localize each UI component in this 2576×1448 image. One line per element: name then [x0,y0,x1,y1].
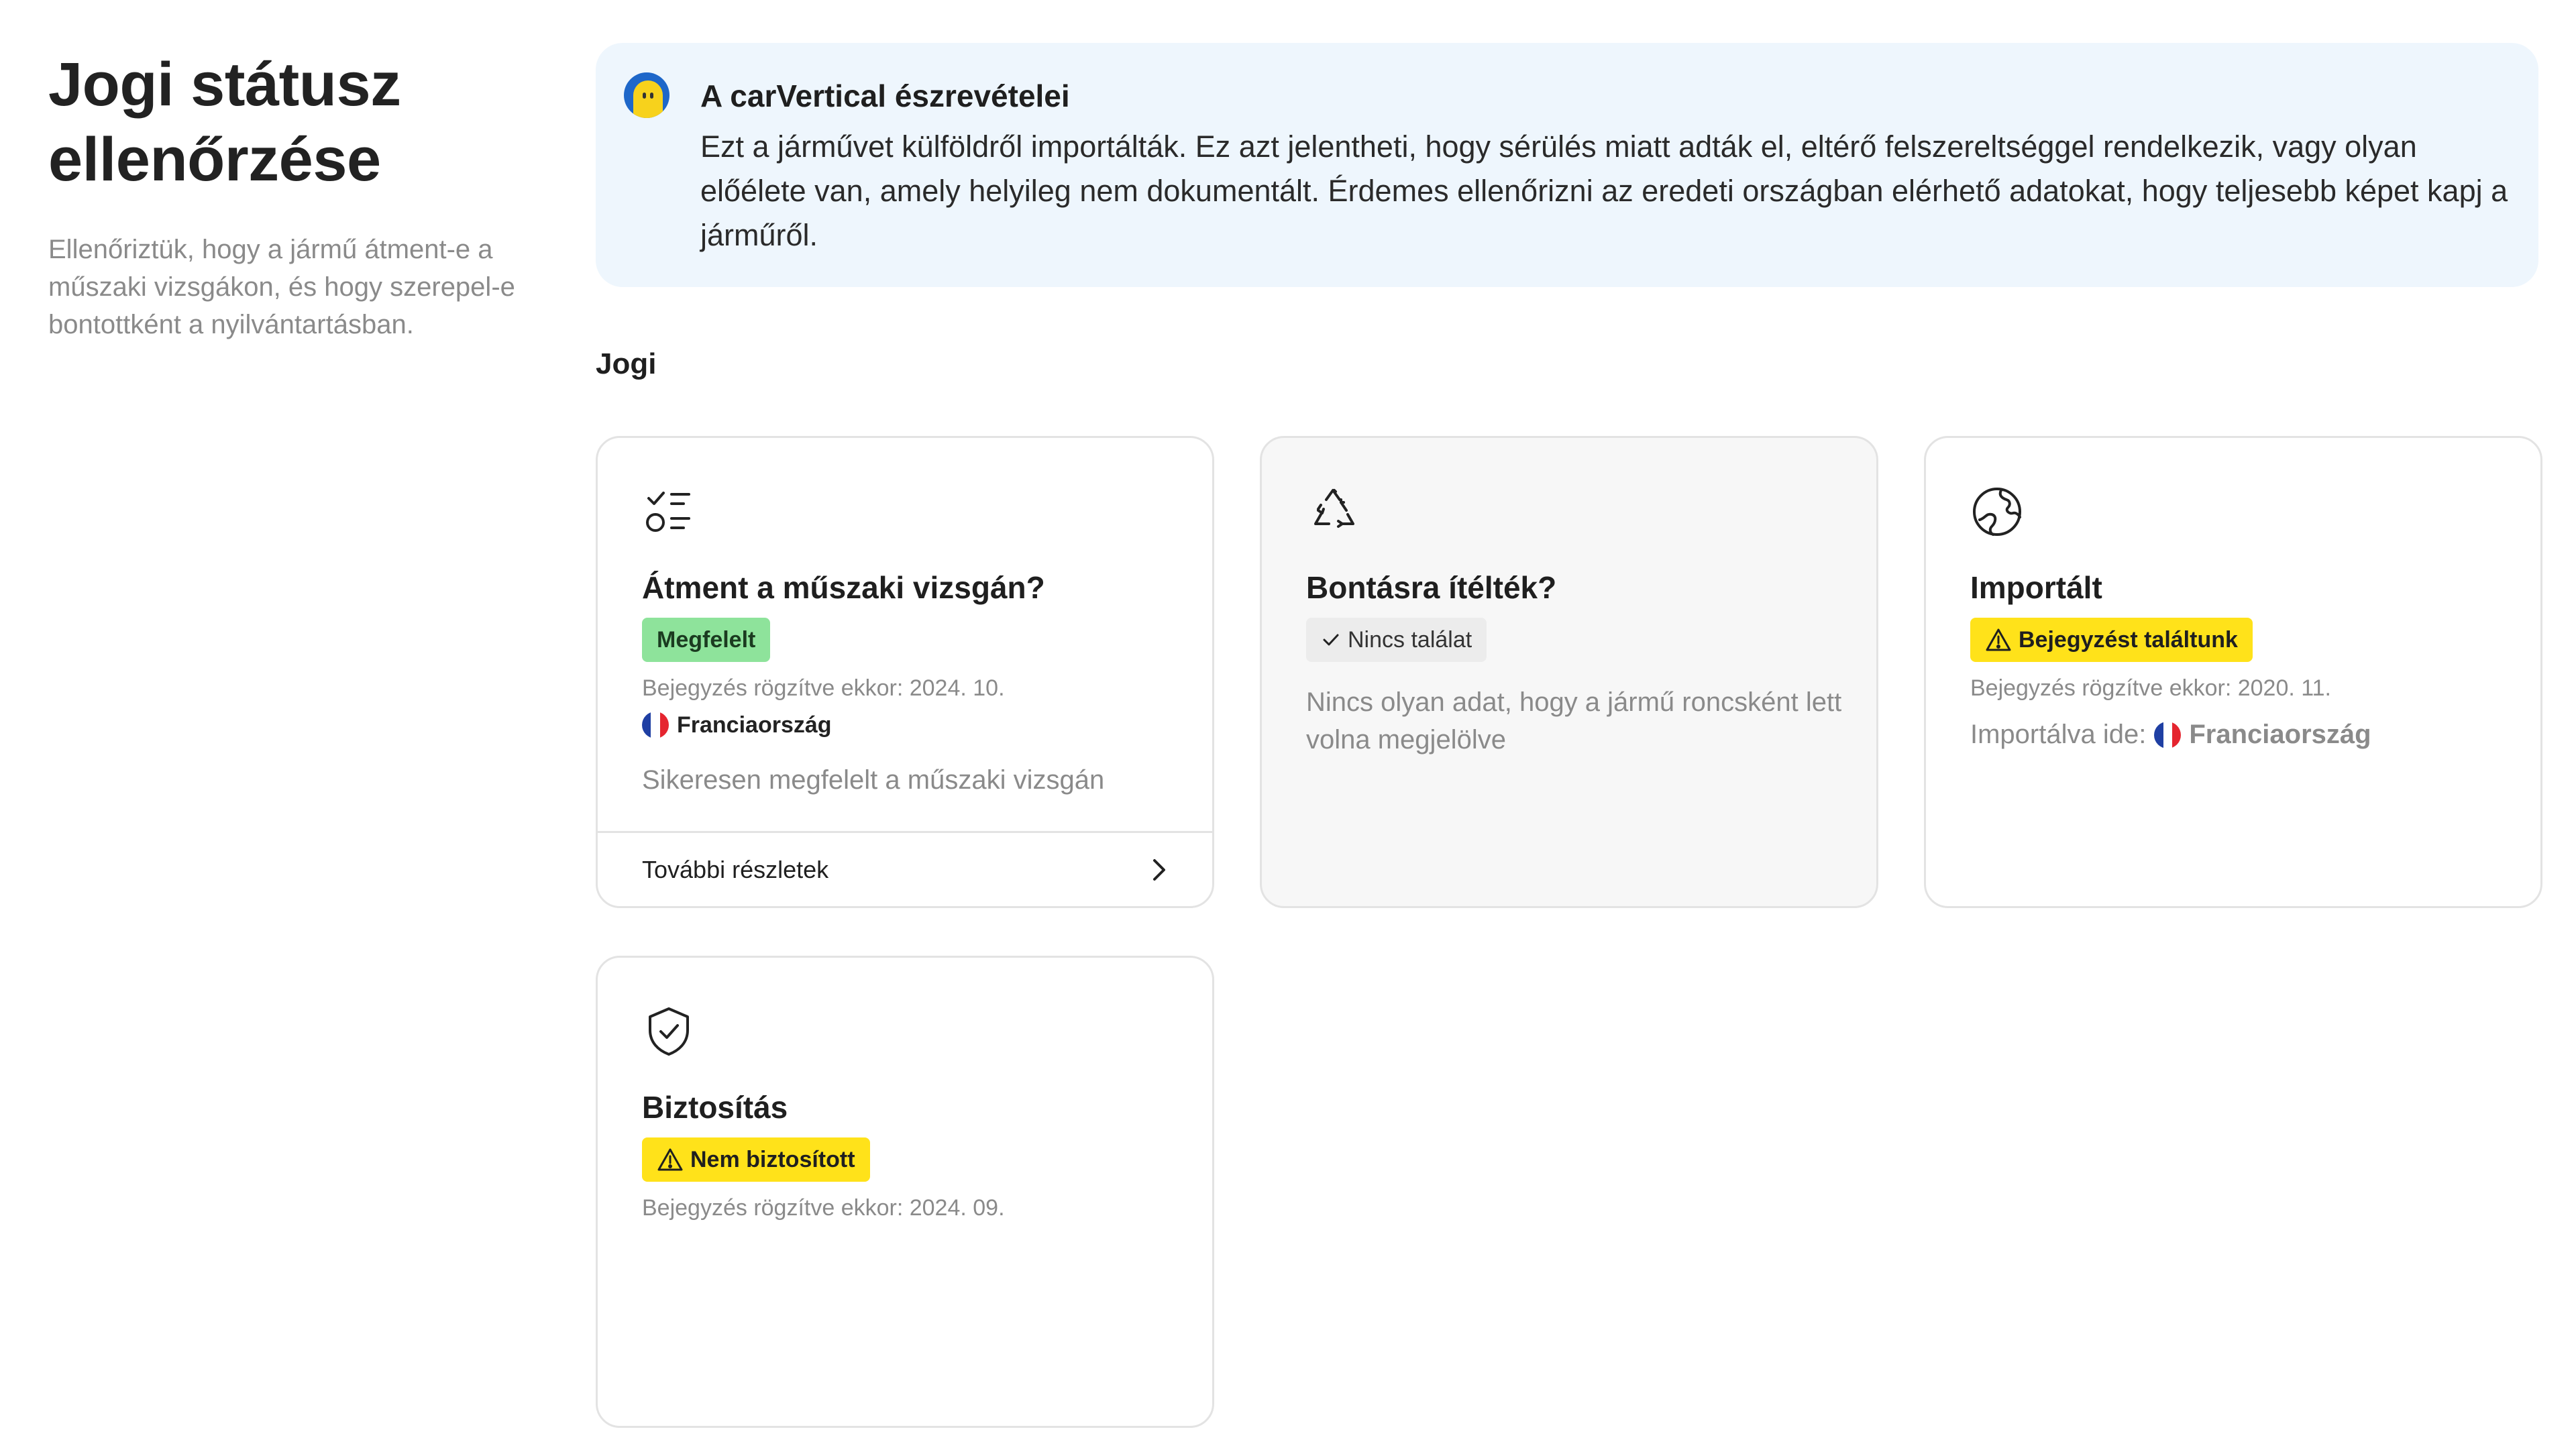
status-badge-no-match: Nincs találat [1306,618,1487,662]
section-title: Jogi [596,347,657,380]
recorded-date: Bejegyzés rögzítve ekkor: 2020. 11. [1970,675,2332,701]
card-title: Biztosítás [642,1090,788,1125]
notice-title: A carVertical észrevételei [700,78,1070,113]
imported-to-label: Importálva ide: [1970,720,2147,749]
country-name: Franciaország [2189,720,2371,749]
badge-label: Bejegyzést találtunk [2019,627,2238,653]
more-details-label: További részletek [642,855,829,883]
imported-to: Importálva ide: Franciaország [1970,720,2371,750]
globe-icon [1970,485,2024,539]
carvertical-mascot-icon [624,72,669,118]
status-badge-passed: Megfelelt [642,618,771,662]
scrapped-card: Bontásra ítélték? Nincs találat Nincs ol… [1260,436,1878,908]
recorded-date: Bejegyzés rögzítve ekkor: 2024. 10. [642,675,1005,701]
status-badge-not-insured: Nem biztosított [642,1137,870,1182]
warning-icon [657,1148,684,1172]
section-header: Jogi státusz ellenőrzése Ellenőriztük, h… [48,47,531,343]
recycle-icon [1306,485,1360,539]
legal-status-page: Jogi státusz ellenőrzése Ellenőriztük, h… [0,0,2576,1448]
chevron-right-icon [1149,856,1168,883]
more-details-link[interactable]: További részletek [598,831,1212,906]
card-description: Sikeresen megfelelt a műszaki vizsgán [642,765,1105,795]
notice-text: Ezt a járművet külföldről importálták. E… [700,129,2508,252]
carvertical-notice: A carVertical észrevételei Ezt a járműve… [596,43,2538,287]
card-title: Átment a műszaki vizsgán? [642,570,1045,605]
page-title: Jogi státusz ellenőrzése [48,50,401,194]
country: Franciaország [642,712,832,738]
badge-label: Nem biztosított [690,1147,855,1172]
insurance-card: Biztosítás Nem biztosított Bejegyzés rög… [596,956,1214,1428]
shield-check-icon [642,1005,696,1058]
france-flag-icon [2154,721,2182,748]
recorded-date: Bejegyzés rögzítve ekkor: 2024. 09. [642,1195,1005,1221]
card-title: Importált [1970,570,2102,605]
check-icon [1321,630,1341,650]
card-description: Nincs olyan adat, hogy a jármű roncsként… [1306,687,1842,755]
status-badge-record-found: Bejegyzést találtunk [1970,618,2253,662]
badge-label: Megfelelt [657,627,756,653]
page-description: Ellenőriztük, hogy a jármű átment-e a mű… [48,235,515,339]
card-title: Bontásra ítélték? [1306,570,1557,605]
checklist-icon [642,485,696,539]
imported-card: Importált Bejegyzést találtunk Bejegyzés… [1924,436,2542,908]
warning-icon [1985,628,2012,652]
france-flag-icon [642,712,669,738]
inspection-card: Átment a műszaki vizsgán? Megfelelt Beje… [596,436,1214,908]
badge-label: Nincs találat [1348,627,1472,653]
country-name: Franciaország [677,712,832,738]
